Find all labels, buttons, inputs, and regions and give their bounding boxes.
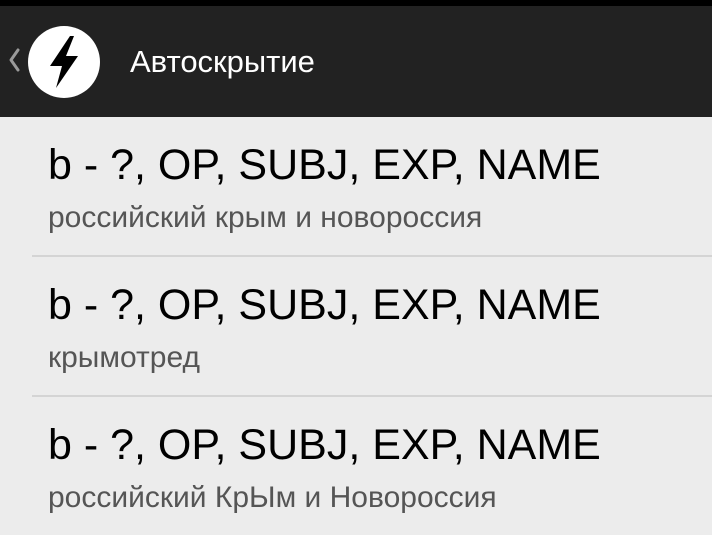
list-item[interactable]: b - ?, OP, SUBJ, EXP, NAME российский Кр… — [32, 395, 712, 535]
list-item-title: b - ?, OP, SUBJ, EXP, NAME — [48, 421, 601, 469]
action-bar: Автоскрытие — [0, 6, 712, 117]
list-item-summary: российский КрЫм и Новороссия — [48, 481, 497, 514]
list-item-title: b - ?, OP, SUBJ, EXP, NAME — [48, 281, 601, 329]
list-item[interactable]: b - ?, OP, SUBJ, EXP, NAME крымотред — [32, 255, 712, 395]
up-navigation-button[interactable] — [0, 6, 125, 117]
list-item-title: b - ?, OP, SUBJ, EXP, NAME — [48, 141, 601, 189]
lightning-bolt-icon — [28, 26, 100, 98]
list-item-summary: российский крым и новороссия — [48, 201, 483, 234]
list-item[interactable]: b - ?, OP, SUBJ, EXP, NAME российский кр… — [0, 117, 712, 255]
screen-title: Автоскрытие — [130, 44, 315, 79]
preference-list: b - ?, OP, SUBJ, EXP, NAME российский кр… — [0, 117, 712, 535]
list-item-summary: крымотред — [48, 341, 200, 374]
back-caret-icon — [9, 48, 20, 72]
